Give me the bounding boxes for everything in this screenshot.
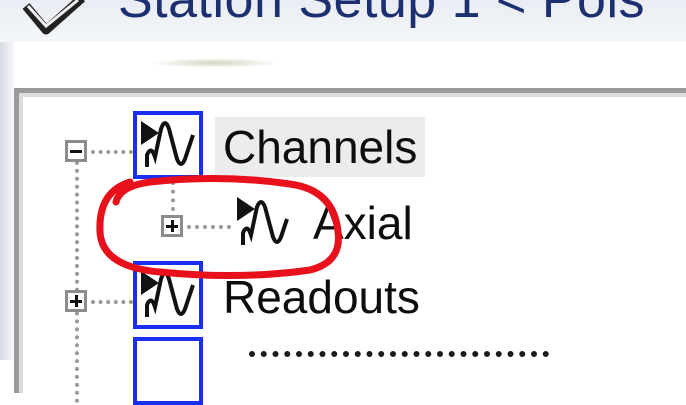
readouts-connector bbox=[91, 300, 133, 304]
expand-toggle-readouts[interactable] bbox=[65, 290, 87, 312]
window-title: Station Setup 1 < Pols bbox=[118, 0, 646, 29]
left-panel-edge bbox=[0, 42, 14, 360]
waveform-icon bbox=[141, 121, 195, 167]
tree-root-line bbox=[75, 153, 79, 403]
next-node-icon bbox=[133, 337, 203, 405]
next-node-label-partial bbox=[249, 351, 549, 367]
annotation-circle bbox=[96, 174, 342, 280]
title-bar: Station Setup 1 < Pols bbox=[0, 0, 686, 42]
channels-node-icon bbox=[133, 111, 203, 179]
title-fade bbox=[150, 58, 280, 68]
tree-label-channels[interactable]: Channels bbox=[215, 117, 426, 177]
channels-connector bbox=[91, 150, 133, 154]
collapse-toggle-channels[interactable] bbox=[65, 140, 87, 162]
station-setup-icon bbox=[22, 0, 85, 35]
